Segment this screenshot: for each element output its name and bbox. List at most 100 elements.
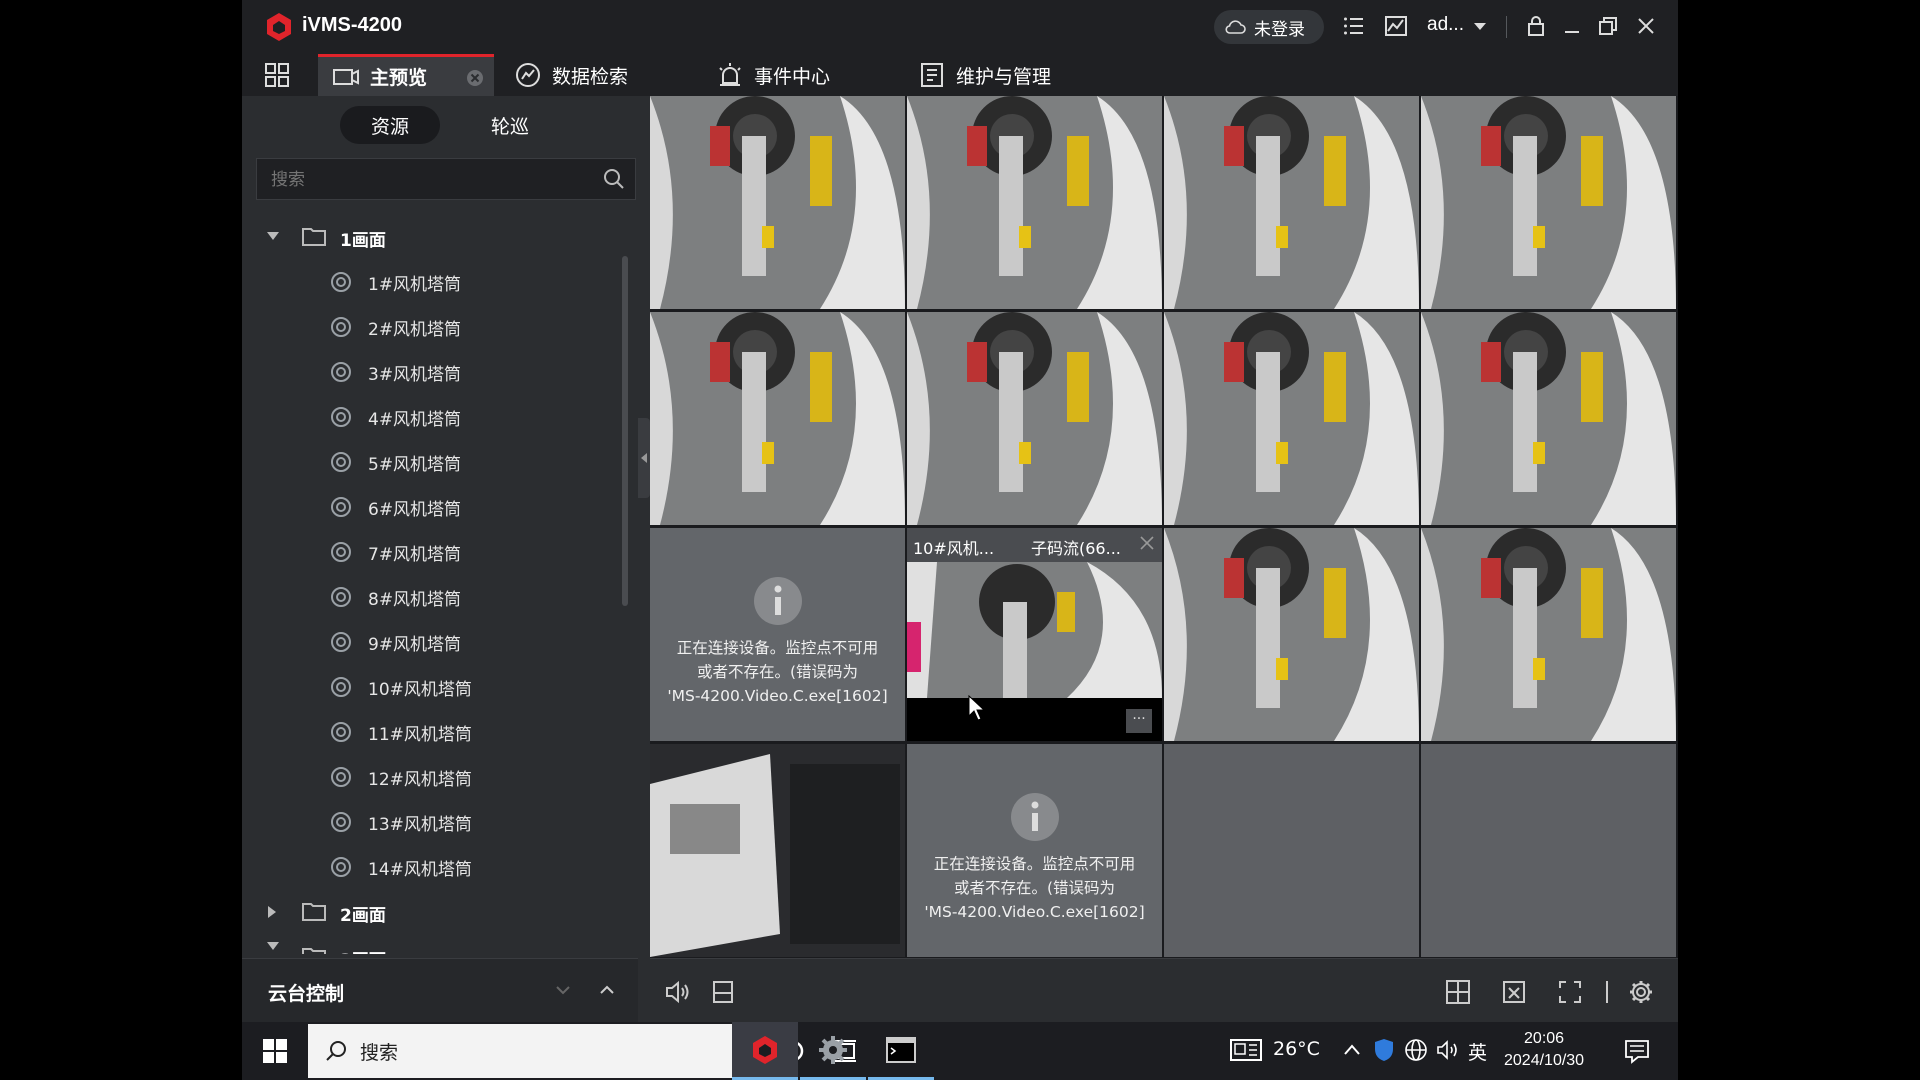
video-cell-active[interactable]: 10#风机... 子码流(66... ··· <box>907 528 1162 741</box>
video-cell[interactable] <box>907 96 1162 309</box>
minimize-icon[interactable] <box>1560 14 1584 38</box>
tree-item-camera[interactable]: 4#风机塔筒 <box>242 394 612 439</box>
close-all-icon[interactable] <box>1501 979 1527 1005</box>
caret-down-icon[interactable] <box>266 940 280 952</box>
tree-item-camera[interactable]: 12#风机塔筒 <box>242 754 612 799</box>
tree-item-label: 11#风机塔筒 <box>368 725 472 745</box>
speaker-icon[interactable] <box>664 979 690 1005</box>
tree-group[interactable]: 1画面 <box>242 214 612 259</box>
system-clock[interactable]: 20:06 2024/10/30 <box>1504 1028 1584 1072</box>
tree-item-camera[interactable]: 9#风机塔筒 <box>242 619 612 664</box>
taskbar-app-settings[interactable] <box>800 1022 866 1080</box>
taskbar-app-terminal[interactable] <box>868 1022 934 1080</box>
list-icon[interactable] <box>1342 14 1366 38</box>
video-cell[interactable] <box>1421 96 1676 309</box>
news-widget-icon[interactable] <box>1230 1038 1262 1062</box>
chevron-left-icon <box>641 453 647 463</box>
login-status-button[interactable]: 未登录 <box>1214 10 1324 44</box>
video-cell[interactable] <box>907 312 1162 525</box>
chevron-up-icon[interactable] <box>1342 1040 1362 1060</box>
video-cell-connecting[interactable]: 正在连接设备。监控点不可用 或者不存在。(错误码为 'MS-4200.Video.C… <box>650 528 905 741</box>
tree-item-camera[interactable]: 3#风机塔筒 <box>242 349 612 394</box>
tree-group[interactable]: 3画面 <box>242 934 612 954</box>
video-cell[interactable] <box>1164 528 1419 741</box>
caret-down-icon[interactable] <box>266 230 280 242</box>
search-input[interactable] <box>257 159 593 201</box>
search-icon <box>326 1041 346 1061</box>
tree-item-camera[interactable]: 10#风机塔筒 <box>242 664 612 709</box>
video-cell-connecting[interactable]: 正在连接设备。监控点不可用 或者不存在。(错误码为 'MS-4200.Video.C… <box>907 744 1162 957</box>
connecting-overlay: 正在连接设备。监控点不可用 或者不存在。(错误码为 'MS-4200.Video.C… <box>650 528 905 741</box>
chevron-down-icon[interactable] <box>554 981 572 999</box>
tab-data-search[interactable]: 数据检索 <box>514 54 628 96</box>
lock-icon[interactable] <box>1524 14 1548 38</box>
connecting-message-line: 'MS-4200.Video.C.exe[1602] <box>667 687 888 705</box>
image-chart-icon[interactable] <box>1384 14 1408 38</box>
search-icon[interactable] <box>603 168 625 190</box>
close-icon[interactable] <box>1138 534 1156 552</box>
volume-icon[interactable] <box>1436 1038 1460 1062</box>
restore-icon[interactable] <box>1596 14 1620 38</box>
video-cell[interactable] <box>1421 312 1676 525</box>
camera-name: 10#风机... <box>913 539 995 558</box>
save-view-icon[interactable] <box>710 979 736 1005</box>
video-cell-empty[interactable] <box>1421 744 1676 957</box>
video-cell[interactable] <box>650 312 905 525</box>
security-shield-icon[interactable] <box>1374 1038 1394 1062</box>
tab-event-center[interactable]: 事件中心 <box>716 54 830 96</box>
video-cell[interactable] <box>1164 96 1419 309</box>
tree-item-camera[interactable]: 5#风机塔筒 <box>242 439 612 484</box>
tree-scrollbar[interactable] <box>622 256 628 606</box>
weather-temperature[interactable]: 26°C <box>1273 1038 1320 1060</box>
tree-item-camera[interactable]: 14#风机塔筒 <box>242 844 612 889</box>
resource-panel: 资源 轮巡 1画面 1#风机塔筒 2#风机塔筒 3#风机塔筒 4#风机塔筒 5#风机塔筒… <box>242 96 638 958</box>
tab-main-preview[interactable]: 主预览 <box>318 54 494 96</box>
tree-group[interactable]: 2画面 <box>242 889 612 934</box>
video-cell[interactable] <box>1421 528 1676 741</box>
chevron-up-icon[interactable] <box>598 981 616 999</box>
gear-icon[interactable] <box>1628 979 1654 1005</box>
user-menu[interactable]: ad... <box>1427 14 1464 36</box>
windows-taskbar: 搜索 26°C 英 20:06 2024/10/30 <box>242 1022 1678 1080</box>
tab-maintenance[interactable]: 维护与管理 <box>918 54 1051 96</box>
windows-start-icon[interactable] <box>262 1038 288 1064</box>
close-icon[interactable] <box>1634 14 1658 38</box>
info-icon <box>754 577 802 625</box>
notification-icon[interactable] <box>1624 1038 1650 1064</box>
video-cell[interactable] <box>650 744 905 957</box>
clock-date: 2024/10/30 <box>1504 1052 1585 1069</box>
video-cell[interactable] <box>650 96 905 309</box>
tree-item-camera[interactable]: 2#风机塔筒 <box>242 304 612 349</box>
tab-data-search-label: 数据检索 <box>552 65 629 88</box>
tree-item-camera[interactable]: 6#风机塔筒 <box>242 484 612 529</box>
video-cell-empty[interactable] <box>1164 744 1419 957</box>
tree-item-camera[interactable]: 13#风机塔筒 <box>242 799 612 844</box>
tab-main-preview-label: 主预览 <box>370 67 428 89</box>
ime-indicator[interactable]: 英 <box>1468 1038 1487 1065</box>
video-feed-image <box>1164 96 1419 309</box>
taskbar-search[interactable]: 搜索 <box>308 1024 758 1078</box>
grid-menu-icon[interactable] <box>264 62 290 88</box>
chevron-down-icon[interactable] <box>1472 18 1488 34</box>
tab-patrol[interactable]: 轮巡 <box>460 106 560 144</box>
caret-right-icon[interactable] <box>266 905 278 919</box>
tree-item-camera[interactable]: 1#风机塔筒 <box>242 259 612 304</box>
fullscreen-icon[interactable] <box>1557 979 1583 1005</box>
more-options-button[interactable]: ··· <box>1126 709 1152 733</box>
main-menu-bar: 主预览 数据检索 事件中心 维护与管理 <box>242 54 1678 96</box>
tab-resources[interactable]: 资源 <box>340 106 440 144</box>
folder-icon <box>302 228 326 246</box>
resource-tabs: 资源 轮巡 <box>340 106 560 144</box>
taskbar-app-ivms[interactable] <box>732 1022 798 1080</box>
tree-item-camera[interactable]: 7#风机塔筒 <box>242 529 612 574</box>
collapse-panel-handle[interactable] <box>638 418 650 498</box>
video-cell[interactable] <box>1164 312 1419 525</box>
tree-item-camera[interactable]: 11#风机塔筒 <box>242 709 612 754</box>
close-tab-icon[interactable] <box>466 69 484 87</box>
layout-grid-icon[interactable] <box>1445 979 1471 1005</box>
video-feed-image <box>907 96 1162 309</box>
tree-item-label: 7#风机塔筒 <box>368 545 462 565</box>
clock-time: 20:06 <box>1524 1030 1565 1047</box>
network-globe-icon[interactable] <box>1404 1038 1428 1062</box>
tree-item-camera[interactable]: 8#风机塔筒 <box>242 574 612 619</box>
